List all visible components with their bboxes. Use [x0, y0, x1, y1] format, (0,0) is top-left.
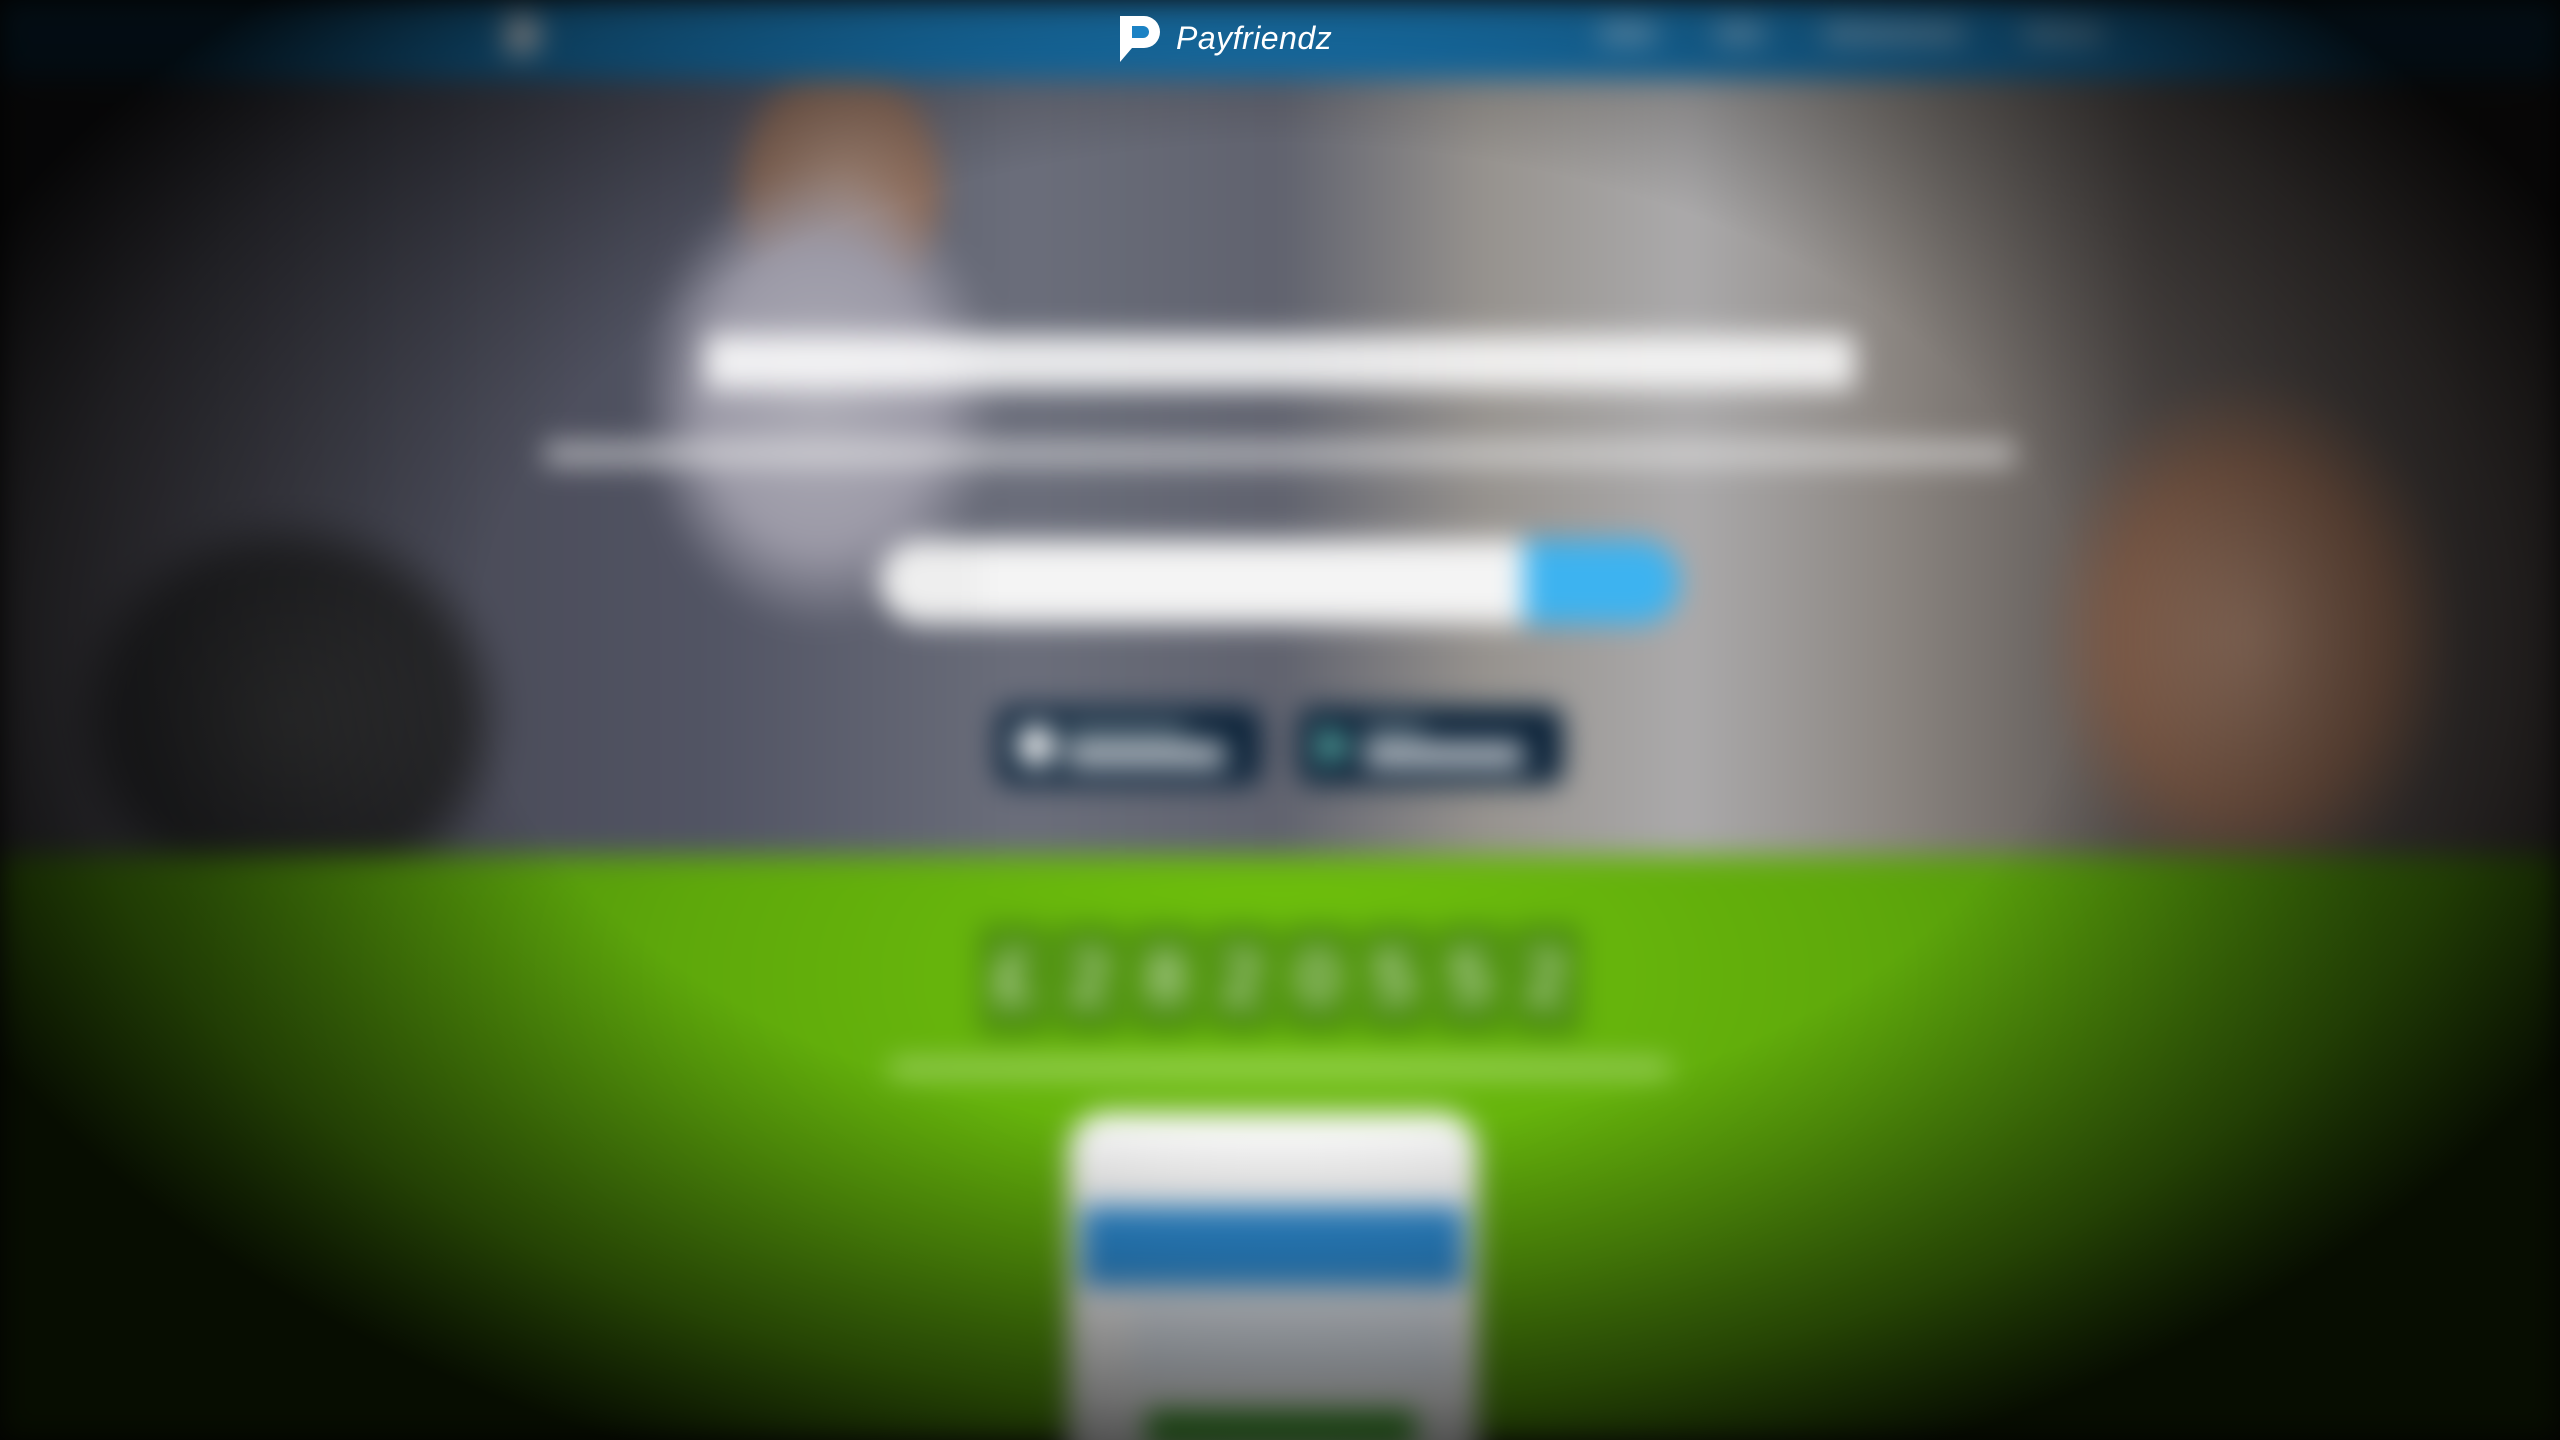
counter-digit: 5 [1437, 925, 1503, 1031]
brand-logo[interactable]: Payfriendz [1114, 10, 1332, 66]
phone-action-button [1146, 1410, 1416, 1440]
country-code-select[interactable] [880, 540, 980, 624]
counter-digit: £ [981, 925, 1047, 1031]
counter-caption [0, 1055, 2560, 1081]
p-speech-bubble-icon [1114, 12, 1164, 64]
hero-title [0, 330, 2560, 404]
counter-digit: 2 [1209, 925, 1275, 1031]
app-store-button[interactable] [996, 706, 1262, 786]
phone-app-header [1082, 1207, 1464, 1287]
google-play-icon [1320, 726, 1352, 766]
sign-up-button[interactable] [1524, 540, 1680, 624]
apple-icon [1018, 726, 1054, 766]
google-play-button[interactable] [1298, 706, 1564, 786]
blurred-website-background: £ 2 8 2 0 5 5 2 [0, 0, 2560, 1440]
site-nav-links [1600, 24, 2104, 42]
site-nav-logo[interactable] [505, 14, 541, 54]
counter-digit: 8 [1133, 925, 1199, 1031]
counter-digit: 2 [1057, 925, 1123, 1031]
nav-link[interactable] [1600, 24, 1656, 42]
money-counter: £ 2 8 2 0 5 5 2 [0, 925, 2560, 1031]
phone-number-input[interactable] [980, 540, 1524, 624]
page: £ 2 8 2 0 5 5 2 Payfriendz [0, 0, 2560, 1440]
phone-mockup [1068, 1112, 1478, 1440]
counter-digit: 0 [1285, 925, 1351, 1031]
nav-link[interactable] [1716, 24, 1764, 42]
hero-subtitle [0, 440, 2560, 472]
nav-link[interactable] [1824, 24, 1964, 42]
phone-signup-form [880, 540, 1680, 624]
counter-digit: 5 [1361, 925, 1427, 1031]
phone-chat-bubble [1132, 1302, 1452, 1382]
site-logo-icon [505, 14, 541, 54]
counter-digit: 2 [1513, 925, 1579, 1031]
brand-name: Payfriendz [1176, 19, 1333, 56]
nav-link[interactable] [2024, 24, 2104, 42]
